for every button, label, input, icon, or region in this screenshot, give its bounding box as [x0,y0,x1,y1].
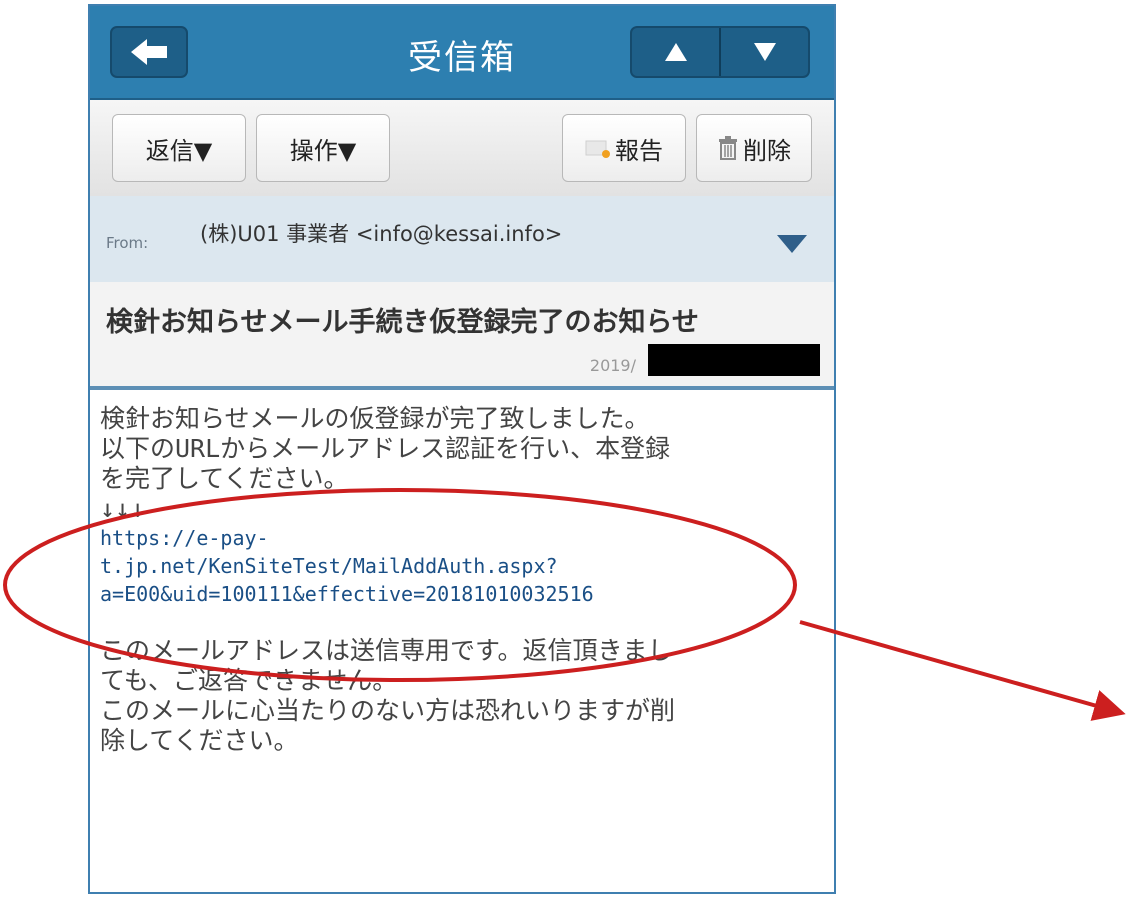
body-line: このメールに心当たりのない方は恐れいりますが削 [100,696,676,725]
auth-link-line[interactable]: t.jp.net/KenSiteTest/MailAddAuth.aspx? [100,552,824,580]
body-line: ても、ご返答できません。 [100,666,398,695]
chevron-down-icon[interactable] [776,234,808,254]
message-nav [630,26,810,78]
next-message-button[interactable] [719,28,808,76]
body-line: 除してください。 [100,726,299,755]
body-line: 検針お知らせメールの仮登録が完了致しました。 [100,404,650,433]
action-button-label: 操作▼ [289,136,357,165]
delete-button[interactable]: 削除 [696,114,812,182]
auth-link-line[interactable]: https://e-pay- [100,524,824,552]
sender-address: (株)U01 事業者 <info@kessai.info> [200,222,563,246]
mail-body: 検針お知らせメールの仮登録が完了致しました。 以下のURLからメールアドレス認証… [90,390,834,892]
auth-link[interactable]: https://e-pay- t.jp.net/KenSiteTest/Mail… [100,524,824,608]
delete-button-label: 削除 [743,136,791,165]
subject-area: 検針お知らせメール手続き仮登録完了のお知らせ 2019/ [90,282,834,390]
toolbar: 返信▼ 操作▼ 報告 削除 [90,100,834,196]
triangle-up-icon [664,43,687,61]
body-line: を完了してください。 [100,464,349,493]
header-bar: 受信箱 [90,6,834,100]
triangle-down-icon [753,43,776,61]
report-button[interactable]: 報告 [562,114,686,182]
auth-link-line[interactable]: a=E00&uid=100111&effective=2018101003251… [100,580,824,608]
body-line: 以下のURLからメールアドレス認証を行い、本登録 [100,434,671,463]
mail-subject: 検針お知らせメール手続き仮登録完了のお知らせ [106,307,699,338]
redaction-block [648,344,820,376]
body-line: このメールアドレスは送信専用です。返信頂きまし [100,636,673,665]
annotation-arrow [799,620,1126,721]
body-arrows: ↓↓↓ [100,494,146,523]
reply-button[interactable]: 返信▼ [112,114,246,182]
mail-date: 2019/ [589,356,636,375]
action-button[interactable]: 操作▼ [256,114,390,182]
mail-screen: 受信箱 返信▼ 操作▼ 報告 削除 From: (株)U01 事業者 <info… [88,4,836,894]
from-label: From: [106,234,149,252]
trash-icon [719,136,737,160]
prev-message-button[interactable] [632,28,719,76]
reply-button-label: 返信▼ [145,136,213,165]
report-icon [585,140,610,158]
report-button-label: 報告 [615,136,663,165]
sender-row[interactable]: From: (株)U01 事業者 <info@kessai.info> [90,196,834,283]
